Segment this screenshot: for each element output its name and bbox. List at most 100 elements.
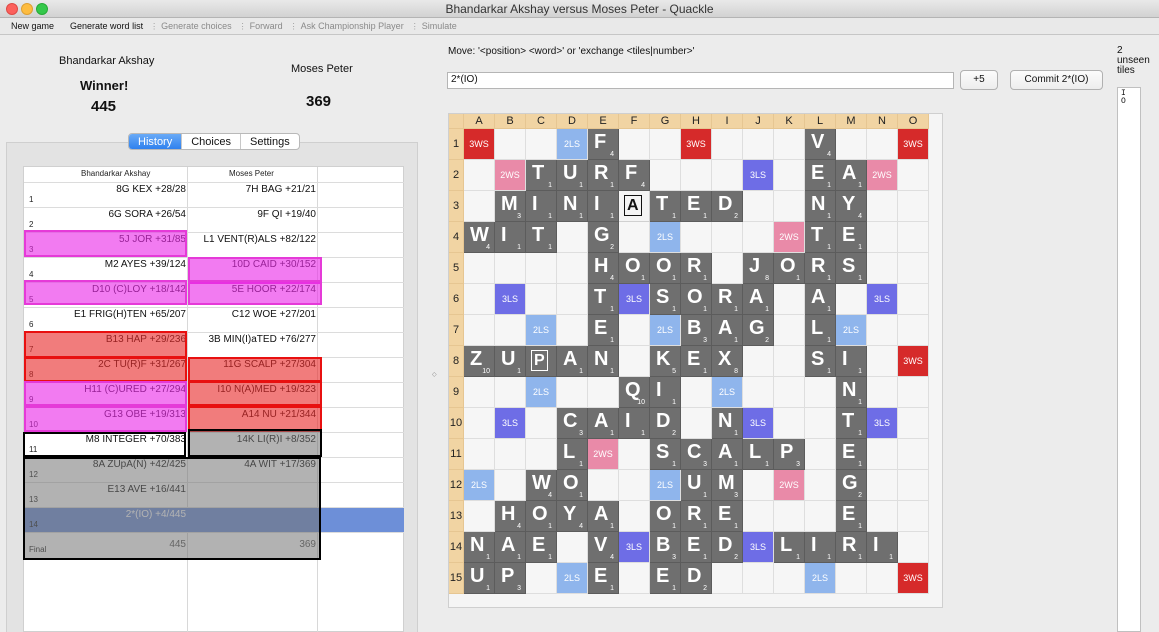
empty-square[interactable] [898,253,929,284]
board-tile[interactable]: P [526,346,557,377]
board-tile[interactable]: I1 [495,222,526,253]
splitter-handle-icon[interactable]: ◇ [432,371,437,378]
board-tile[interactable]: R1 [588,160,619,191]
empty-square[interactable] [464,408,495,439]
plus-score-button[interactable]: +5 [960,70,998,90]
empty-square[interactable] [464,377,495,408]
empty-square[interactable] [898,315,929,346]
empty-square[interactable] [681,408,712,439]
board-tile[interactable]: V4 [588,532,619,563]
board-tile[interactable]: E1 [712,501,743,532]
board-tile[interactable]: D2 [712,191,743,222]
empty-square[interactable] [495,253,526,284]
empty-square[interactable] [712,222,743,253]
empty-square[interactable] [464,253,495,284]
premium-square[interactable]: 2LS [650,470,681,501]
board-tile[interactable]: I1 [805,532,836,563]
board-tile[interactable]: H4 [495,501,526,532]
board-tile[interactable]: Q 10 [619,377,650,408]
board-tile[interactable]: I1 [650,377,681,408]
board-tile[interactable]: O1 [774,253,805,284]
board-tile[interactable]: N1 [712,408,743,439]
toolbar-ask-championship-player-button[interactable]: Ask Championship Player [301,21,404,31]
empty-square[interactable] [588,377,619,408]
empty-square[interactable] [588,470,619,501]
empty-square[interactable] [867,222,898,253]
tab-settings[interactable]: Settings [241,134,299,149]
empty-square[interactable] [867,129,898,160]
empty-square[interactable] [464,315,495,346]
premium-square[interactable]: 3LS [743,532,774,563]
premium-square[interactable]: 3LS [495,284,526,315]
empty-square[interactable] [526,439,557,470]
table-row[interactable]: 13 E13 AVE +16/441 [24,482,404,507]
table-row[interactable]: 7 B13 HAP +29/236 3B MIN(I)aTED +76/277 [24,332,404,357]
board-tile[interactable]: R1 [836,532,867,563]
board-tile[interactable]: A [619,191,650,222]
empty-square[interactable] [464,191,495,222]
board-tile[interactable]: S1 [805,346,836,377]
board-tile[interactable]: R1 [681,253,712,284]
empty-square[interactable] [619,439,650,470]
premium-square[interactable]: 2LS [526,377,557,408]
board-tile[interactable]: A1 [836,160,867,191]
board-tile[interactable]: A1 [743,284,774,315]
board-tile[interactable]: E1 [836,501,867,532]
empty-square[interactable] [743,346,774,377]
premium-square[interactable]: 3WS [681,129,712,160]
table-row[interactable]: 4 M2 AYES +39/124 10D CAID +30/152 [24,257,404,282]
board-tile[interactable]: G2 [836,470,867,501]
board-tile[interactable]: N1 [805,191,836,222]
empty-square[interactable] [805,408,836,439]
board-tile[interactable]: E1 [650,563,681,594]
commit-button[interactable]: Commit 2*(IO) [1010,70,1103,90]
premium-square[interactable]: 3LS [619,284,650,315]
board-tile[interactable]: Y4 [557,501,588,532]
empty-square[interactable] [867,439,898,470]
empty-square[interactable] [836,563,867,594]
empty-square[interactable] [805,377,836,408]
empty-square[interactable] [805,470,836,501]
board-tile[interactable]: O1 [619,253,650,284]
empty-square[interactable] [495,377,526,408]
empty-square[interactable] [681,377,712,408]
premium-square[interactable]: 3LS [495,408,526,439]
board-tile[interactable]: E1 [836,222,867,253]
toolbar-new-game-button[interactable]: New game [11,21,54,31]
premium-square[interactable]: 3WS [898,563,929,594]
board-tile[interactable]: E1 [681,532,712,563]
toolbar-simulate-button[interactable]: Simulate [422,21,457,31]
empty-square[interactable] [712,563,743,594]
empty-square[interactable] [619,470,650,501]
empty-square[interactable] [681,222,712,253]
board-tile[interactable]: A1 [805,284,836,315]
premium-square[interactable]: 2LS [650,222,681,253]
empty-square[interactable] [619,563,650,594]
empty-square[interactable] [774,191,805,222]
board-tile[interactable]: G2 [588,222,619,253]
table-row[interactable]: 2 6G SORA +26/54 9F QI +19/40 [24,207,404,232]
board-tile[interactable]: E1 [588,315,619,346]
board-tile[interactable]: O1 [557,470,588,501]
board-tile[interactable]: I1 [588,191,619,222]
empty-square[interactable] [867,377,898,408]
board-tile[interactable]: A1 [557,346,588,377]
board-tile[interactable]: D2 [712,532,743,563]
board-tile[interactable]: P3 [495,563,526,594]
premium-square[interactable]: 3LS [867,408,898,439]
premium-square[interactable]: 2LS [557,563,588,594]
premium-square[interactable]: 3WS [898,346,929,377]
premium-square[interactable]: 2LS [805,563,836,594]
empty-square[interactable] [898,439,929,470]
toolbar-forward-button[interactable]: Forward [250,21,283,31]
empty-square[interactable] [526,408,557,439]
empty-square[interactable] [774,563,805,594]
board-tile[interactable]: N1 [464,532,495,563]
premium-square[interactable]: 2WS [774,470,805,501]
empty-square[interactable] [619,346,650,377]
empty-square[interactable] [867,191,898,222]
empty-square[interactable] [867,346,898,377]
board-tile[interactable]: O1 [650,501,681,532]
empty-square[interactable] [619,222,650,253]
board-tile[interactable]: T1 [805,222,836,253]
